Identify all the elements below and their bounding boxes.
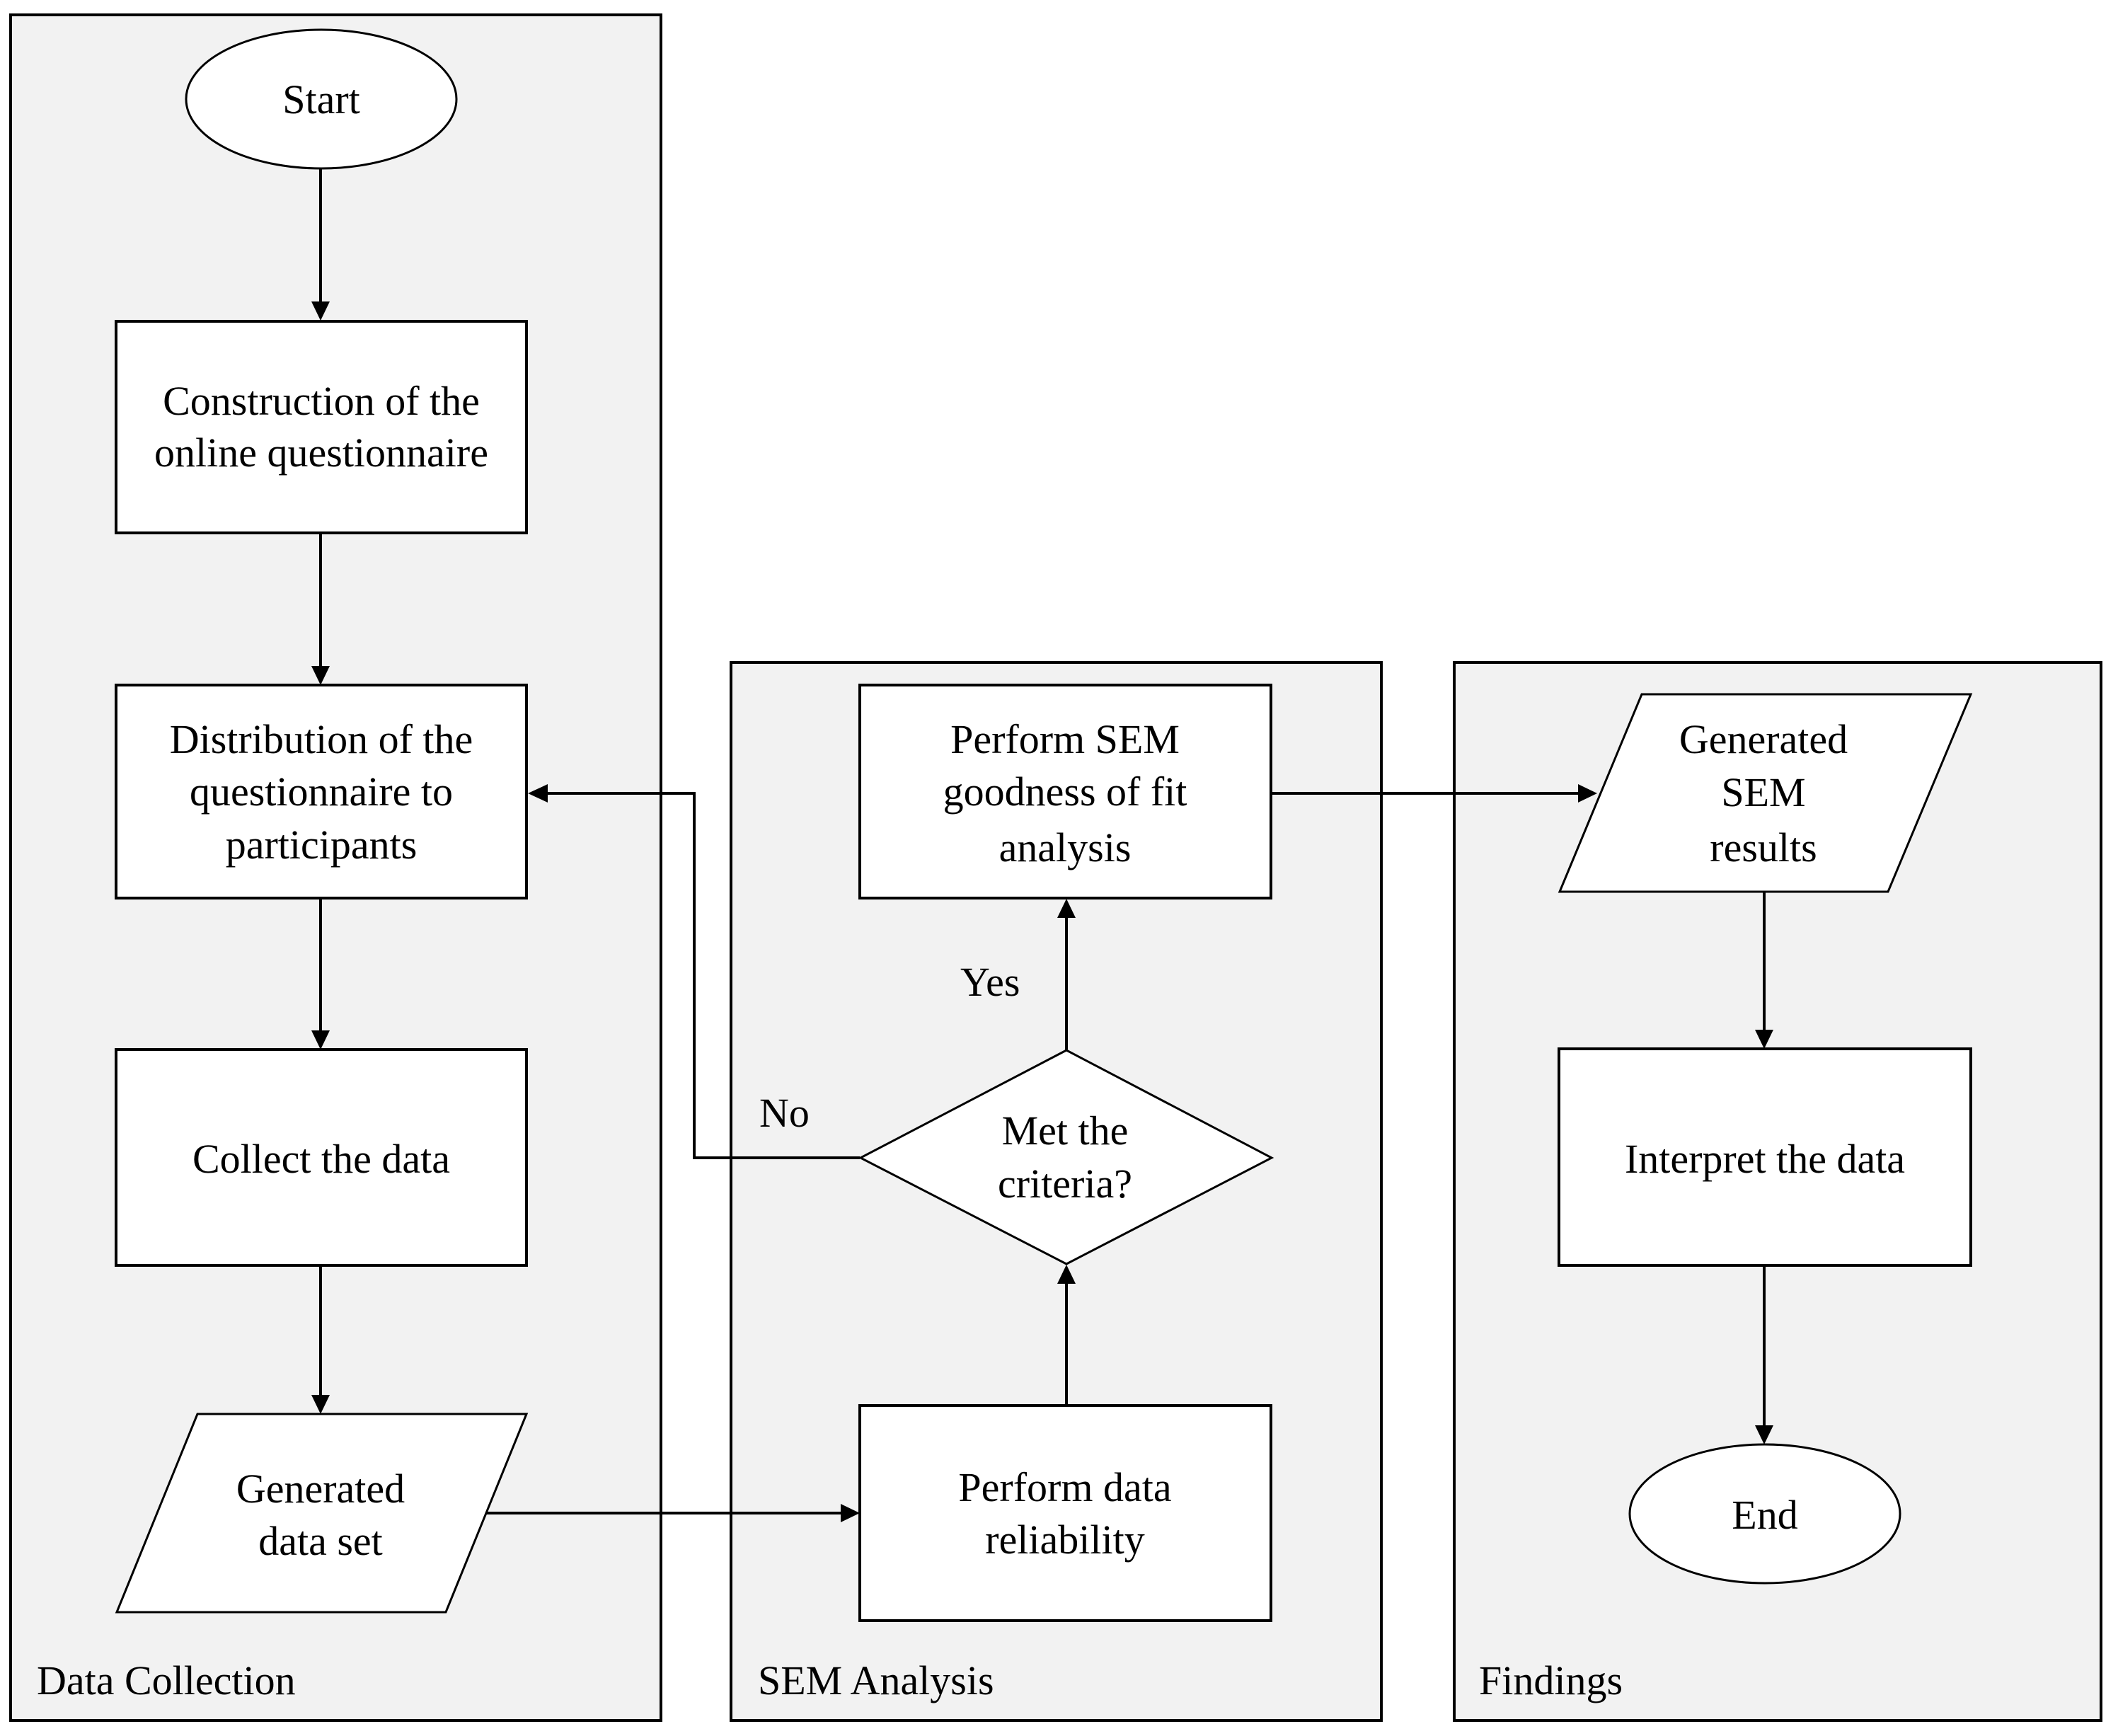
process-shape: [858, 1404, 1272, 1622]
node-end[interactable]: End: [1628, 1443, 1901, 1585]
flowchart-canvas: Data Collection SEM Analysis Findings Ye…: [9, 13, 2102, 1722]
node-construct-questionnaire[interactable]: Construction of the online questionnaire: [115, 320, 528, 534]
node-reliability-label-line-2: reliability: [985, 1517, 1145, 1563]
node-interpret-data[interactable]: Interpret the data: [1558, 1047, 1972, 1267]
node-reliability-label-line-1: Perform data: [958, 1464, 1171, 1510]
node-perform-sem-fit[interactable]: Perform SEM goodness of fit analysis: [858, 684, 1272, 899]
node-end-label: End: [1732, 1492, 1797, 1538]
node-fit-label-line-2: goodness of fit: [943, 769, 1187, 815]
node-criteria-label-line-2: criteria?: [998, 1161, 1132, 1207]
node-distribute-label-line-2: questionnaire to: [190, 769, 453, 815]
node-distribute-label-line-1: Distribution of the: [170, 716, 473, 762]
node-start[interactable]: Start: [185, 28, 458, 170]
node-start-label: Start: [282, 76, 360, 122]
edge-label-no: No: [759, 1090, 810, 1136]
node-interpret-label: Interpret the data: [1625, 1136, 1905, 1182]
node-dataset-label-line-2: data set: [258, 1518, 383, 1564]
node-results-label-line-3: results: [1710, 824, 1817, 870]
node-fit-label-line-3: analysis: [999, 824, 1132, 870]
node-collect-data[interactable]: Collect the data: [115, 1048, 528, 1267]
node-distribute-questionnaire[interactable]: Distribution of the questionnaire to par…: [115, 684, 528, 899]
edge-label-yes: Yes: [960, 959, 1020, 1005]
lane-label-findings: Findings: [1479, 1657, 1623, 1703]
node-dataset-label-line-1: Generated: [236, 1466, 405, 1512]
process-shape: [115, 320, 528, 534]
node-results-label-line-2: SEM: [1721, 769, 1805, 815]
node-perform-data-reliability[interactable]: Perform data reliability: [858, 1404, 1272, 1622]
node-fit-label-line-1: Perform SEM: [950, 716, 1180, 762]
node-construct-label-line-1: Construction of the: [163, 378, 480, 424]
node-collect-label: Collect the data: [192, 1136, 450, 1182]
lane-label-sem-analysis: SEM Analysis: [758, 1657, 994, 1703]
node-results-label-line-1: Generated: [1679, 716, 1848, 762]
node-construct-label-line-2: online questionnaire: [154, 430, 488, 476]
node-criteria-label-line-1: Met the: [1002, 1108, 1129, 1154]
node-distribute-label-line-3: participants: [226, 822, 418, 868]
lane-label-data-collection: Data Collection: [37, 1657, 296, 1703]
